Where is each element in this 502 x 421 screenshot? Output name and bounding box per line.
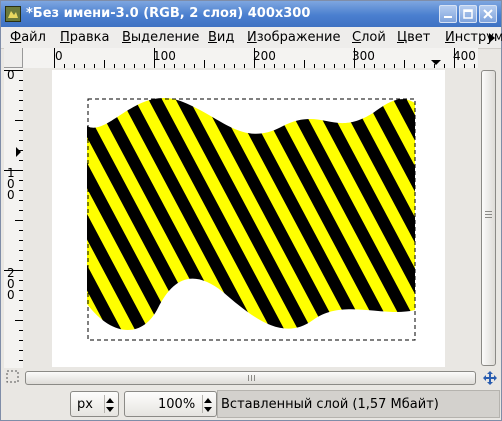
menu-layer[interactable]: Слой [352,30,386,45]
spin-arrows-icon [204,398,212,412]
vruler-label-0-text: 0 [7,68,15,82]
hruler-label-0: 0 [55,49,63,63]
vertical-scroll-thumb[interactable] [481,70,496,366]
vertical-scrollbar[interactable] [478,68,500,368]
unit-value: px [77,397,93,412]
vruler-label-0: 0 [7,68,15,82]
menu-image-mnemonic: И [247,30,257,45]
menu-file[interactable]: Файл [10,30,46,45]
menu-edit[interactable]: Правка [60,30,109,45]
window-title: *Без имени-3.0 (RGB, 2 слоя) 400x300 [26,6,311,21]
vertical-ruler-ticks [4,70,23,361]
minimize-button[interactable] [439,5,457,23]
menu-select-label: ыделение [130,30,200,45]
menu-layer-label: лой [361,30,386,45]
menu-tools-mnemonic: И [445,30,455,45]
close-icon [483,9,493,19]
canvas-area[interactable] [23,68,478,368]
hruler-label-200: 200 [253,49,276,63]
menu-image[interactable]: Изображение [247,30,341,45]
menu-edit-label: равка [69,30,110,45]
status-bar: px 100% Вставленный слой (1,57 Мбайт) [1,388,501,420]
image-canvas[interactable] [23,68,478,368]
hruler-label-300: 300 [352,49,375,63]
menu-overflow-arrow-icon[interactable] [489,33,495,43]
image-window: *Без имени-3.0 (RGB, 2 слоя) 400x300 Фай… [0,0,502,421]
ruler-pointer-icon [16,147,21,157]
menu-view-mnemonic: В [208,30,217,45]
striped-wave-layer [87,98,415,331]
vruler-label-200: 200 [7,266,17,302]
zoom-select[interactable]: 100% [124,391,217,417]
quick-mask-button[interactable] [5,369,21,385]
menu-file-label: айл [21,30,46,45]
horizontal-ruler-ticks [54,48,475,68]
menu-colors-label: вет [407,30,431,45]
menu-select[interactable]: Выделение [122,30,199,45]
menu-colors-mnemonic: Ц [397,30,408,45]
horizontal-scrollbar[interactable] [23,368,478,388]
horizontal-ruler[interactable]: 0 100 200 300 400 [23,48,478,69]
vertical-ruler[interactable]: 0 100 200 [4,68,24,368]
menu-layer-mnemonic: С [352,30,362,45]
status-message: Вставленный слой (1,57 Мбайт) [221,397,439,412]
navigate-button[interactable] [482,370,498,386]
quick-mask-icon [6,370,19,383]
unit-select[interactable]: px [70,391,119,417]
menu-bar: Файл Правка Выделение Вид Изображение Сл… [1,27,502,49]
hruler-label-400: 400 [453,49,476,63]
gimp-icon[interactable] [5,6,21,22]
ruler-corner[interactable] [4,48,23,68]
hruler-label-100: 100 [153,49,176,63]
spin-arrows-icon [106,398,114,412]
ruler-pointer-icon [431,60,441,65]
menu-view-label: ид [216,30,235,45]
menu-edit-mnemonic: П [60,30,70,45]
vruler-label-100-text: 100 [7,166,15,202]
menu-file-mnemonic: Ф [10,30,22,45]
maximize-button[interactable] [459,5,477,23]
minimize-icon [444,16,452,18]
menu-view[interactable]: Вид [208,30,234,45]
vruler-label-100: 100 [7,166,17,202]
vruler-label-200-text: 200 [7,266,15,302]
status-message-area: Вставленный слой (1,57 Мбайт) [217,390,500,418]
menu-colors[interactable]: Цвет [397,30,430,45]
move-arrows-icon [483,371,497,385]
navigate-top-button[interactable] [478,48,500,68]
menu-select-mnemonic: В [122,30,131,45]
close-button[interactable] [479,5,497,23]
menu-image-label: зображение [256,30,341,45]
title-bar[interactable]: *Без имени-3.0 (RGB, 2 слоя) 400x300 [1,1,501,27]
horizontal-scroll-thumb[interactable] [25,371,476,385]
maximize-icon [463,9,473,19]
zoom-value: 100% [158,397,196,412]
